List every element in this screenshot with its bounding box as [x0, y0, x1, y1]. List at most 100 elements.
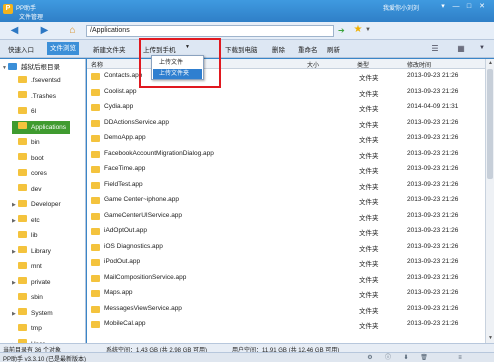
- tree-item[interactable]: ▶ System: [12, 307, 53, 320]
- trash-icon[interactable]: 🗑: [420, 354, 428, 362]
- folder-icon: [18, 230, 27, 238]
- tree-item[interactable]: tmp: [12, 322, 42, 335]
- menu-dropdown-icon[interactable]: ▾: [438, 2, 448, 11]
- file-list: 名称 大小 类型 修改时间 Contacts.app 文件夹 2013-09-23 …: [87, 59, 485, 343]
- tree-item[interactable]: dev: [12, 183, 41, 196]
- file-row[interactable]: GameCenterUIService.app 文件夹 2013-09-23 21:…: [87, 209, 485, 225]
- scroll-up-icon[interactable]: ▲: [487, 60, 494, 67]
- tree-item[interactable]: ▶ Library: [12, 245, 51, 258]
- upload-button[interactable]: 上传到手机: [143, 44, 176, 54]
- download-icon[interactable]: ⬇: [402, 354, 410, 362]
- file-name: DemoApp.app: [104, 134, 146, 141]
- folder-icon: [18, 75, 27, 83]
- tree-item[interactable]: ▶ private: [12, 276, 51, 289]
- favorite-star-icon[interactable]: ★: [352, 24, 364, 36]
- tree-item[interactable]: bin: [12, 136, 40, 149]
- column-type[interactable]: 类型: [357, 60, 369, 69]
- file-date: 2013-09-23 21:26: [407, 149, 459, 157]
- file-row[interactable]: Coolist.app 文件夹 2013-09-23 21:26: [87, 85, 485, 101]
- rename-button[interactable]: 重命名: [298, 44, 318, 54]
- minimize-icon[interactable]: —: [451, 2, 461, 11]
- bottom-bar: PP助手 v3.3.10 (已是最新版本) ⚙ ⓘ ⬇ 🗑 ≡: [0, 352, 494, 362]
- tree-item[interactable]: ▶ Developer: [12, 198, 61, 211]
- tree-item[interactable]: .Trashes: [12, 90, 56, 103]
- file-row[interactable]: FacebookAccountMigrationDialog.app 文件夹 201…: [87, 147, 485, 163]
- tree-item[interactable]: boot: [12, 152, 44, 165]
- list-view-icon[interactable]: ☰: [430, 44, 440, 53]
- folder-icon: [91, 212, 100, 220]
- column-date[interactable]: 修改时间: [407, 60, 431, 69]
- column-name[interactable]: 名称: [91, 60, 103, 69]
- tree-item[interactable]: ▶ etc: [12, 214, 40, 227]
- file-row[interactable]: Contacts.app 文件夹 2013-09-23 21:26: [87, 69, 485, 85]
- file-row[interactable]: MessagesViewService.app 文件夹 2013-09-23 21:…: [87, 302, 485, 318]
- upload-chevron-icon[interactable]: ▼: [185, 44, 190, 50]
- file-row[interactable]: FieldTest.app 文件夹 2013-09-23 21:26: [87, 178, 485, 194]
- maximize-icon[interactable]: □: [464, 2, 474, 11]
- grid-view-icon[interactable]: ▦: [456, 44, 466, 53]
- file-row[interactable]: Cydia.app 文件夹 2014-04-09 21:31: [87, 100, 485, 116]
- tree-item-label: Applications: [31, 123, 67, 131]
- chevron-down-icon[interactable]: ▼: [365, 27, 371, 33]
- menu-item-upload-file[interactable]: 上传文件: [153, 58, 202, 68]
- tree-item[interactable]: lib: [12, 229, 38, 242]
- tree-item-label: Library: [31, 247, 51, 255]
- status-bar: 当前目录有 36 个对象 系统空间：1.43 GB (共 2.98 GB 可用)…: [0, 343, 494, 354]
- file-row[interactable]: iAdOptOut.app 文件夹 2013-09-23 21:26: [87, 224, 485, 240]
- go-arrow-icon[interactable]: ➔: [338, 26, 345, 36]
- folder-icon: [18, 91, 27, 99]
- file-row[interactable]: Game Center~iphone.app 文件夹 2013-09-23 21:2…: [87, 193, 485, 209]
- tab-file-browse[interactable]: 文件浏览: [47, 42, 79, 55]
- folder-icon: [18, 122, 27, 130]
- file-row[interactable]: DDActionsService.app 文件夹 2013-09-23 21:26: [87, 116, 485, 132]
- tree-item-label: private: [31, 278, 51, 286]
- tree-root-label: 越狱后根目录: [21, 64, 60, 71]
- folder-tree: ▼ 越狱后根目录 .fseventsd .Trashes 6l Applications…: [0, 59, 86, 343]
- menu-item-upload-folder[interactable]: 上传文件夹: [153, 69, 202, 79]
- more-icon[interactable]: ≡: [456, 354, 464, 362]
- file-row[interactable]: iPodOut.app 文件夹 2013-09-23 21:26: [87, 255, 485, 271]
- folder-icon: [91, 119, 100, 127]
- tree-item[interactable]: mnt: [12, 260, 42, 273]
- tree-item[interactable]: cores: [12, 167, 47, 180]
- tab-quick-access[interactable]: 快速入口: [8, 44, 34, 54]
- folder-icon: [18, 246, 27, 254]
- arrow-right-icon[interactable]: ▶: [38, 25, 51, 37]
- file-row[interactable]: MobileCal.app 文件夹 2013-09-23 21:26: [87, 317, 485, 333]
- file-row[interactable]: DemoApp.app 文件夹 2013-09-23 21:26: [87, 131, 485, 147]
- file-row[interactable]: FaceTime.app 文件夹 2013-09-23 21:26: [87, 162, 485, 178]
- scroll-down-icon[interactable]: ▼: [487, 335, 494, 342]
- refresh-button[interactable]: 刷新: [327, 44, 340, 54]
- file-row[interactable]: Maps.app 文件夹 2013-09-23 21:26: [87, 286, 485, 302]
- info-icon[interactable]: ⓘ: [384, 354, 392, 362]
- chevron-down-icon[interactable]: ▼: [477, 44, 487, 53]
- list-header: 名称 大小 类型 修改时间: [87, 59, 485, 69]
- gear-icon[interactable]: ⚙: [366, 354, 374, 362]
- file-row[interactable]: MailCompositionService.app 文件夹 2013-09-23 …: [87, 271, 485, 287]
- tree-item[interactable]: sbin: [12, 291, 43, 304]
- new-folder-button[interactable]: 新建文件夹: [93, 44, 126, 54]
- file-date: 2013-09-23 21:26: [407, 87, 459, 95]
- title-bar: P PP助手 文件管理 我爱你小刘刘 ▾ — □ ✕: [0, 0, 494, 22]
- file-name: Maps.app: [104, 289, 133, 296]
- tree-item[interactable]: Applications: [12, 120, 71, 134]
- home-icon[interactable]: ⌂: [66, 25, 79, 37]
- arrow-left-icon[interactable]: ◀: [8, 25, 21, 37]
- folder-icon: [18, 261, 27, 269]
- tree-item[interactable]: .fseventsd: [12, 74, 61, 87]
- folder-icon: [91, 305, 100, 313]
- folder-icon: [91, 197, 100, 204]
- user-account[interactable]: 我爱你小刘刘: [383, 3, 419, 12]
- column-size[interactable]: 大小: [307, 60, 319, 69]
- tree-root[interactable]: ▼ 越狱后根目录: [2, 61, 60, 74]
- scroll-thumb[interactable]: [487, 69, 493, 179]
- vertical-scrollbar[interactable]: ▲ ▼: [485, 59, 494, 343]
- file-row[interactable]: iOS Diagnostics.app 文件夹 2013-09-23 21:26: [87, 240, 485, 256]
- path-input[interactable]: /Applications: [86, 25, 334, 37]
- close-icon[interactable]: ✕: [477, 2, 487, 11]
- download-button[interactable]: 下载到电脑: [225, 44, 258, 54]
- tree-item[interactable]: 6l: [12, 105, 36, 118]
- delete-button[interactable]: 删除: [272, 44, 285, 54]
- tree-item-label: dev: [31, 185, 42, 193]
- file-name: FaceTime.app: [104, 165, 146, 172]
